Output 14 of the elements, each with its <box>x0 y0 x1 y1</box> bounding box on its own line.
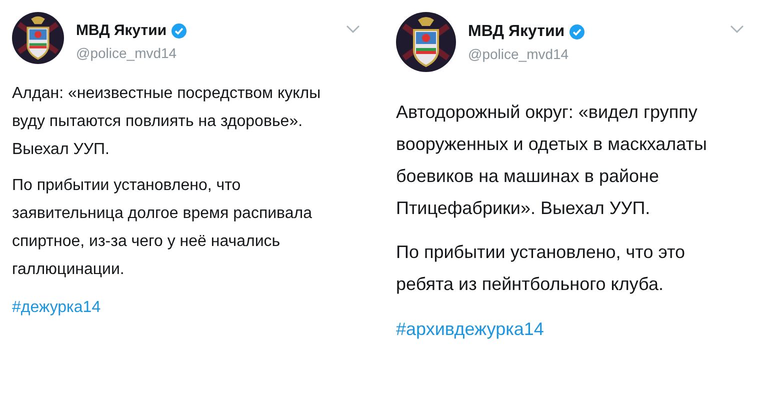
chevron-down-icon[interactable] <box>730 24 744 34</box>
hashtag-link[interactable]: #дежурка14 <box>12 296 352 320</box>
account-handle[interactable]: @police_mvd14 <box>468 44 718 65</box>
chevron-down-icon[interactable] <box>346 24 360 34</box>
emblem-icon <box>396 12 456 72</box>
tweet-text: Алдан: «неизвестные посредством куклы вуду пытаются повлиять на здоровье». Выехал УУП. <box>12 84 322 160</box>
tweet-text: Автодорожный округ: «видел группу вооруженных и одетых в маскхалаты боевиков на машинах в районе Птицефабрики». Выехал УУП. <box>396 101 708 220</box>
account-handle[interactable]: @police_mvd14 <box>76 42 334 64</box>
emblem-icon <box>12 12 64 64</box>
account-name[interactable]: МВД Якутии <box>76 20 167 42</box>
hashtag-link[interactable]: #архивдежурка14 <box>396 316 728 343</box>
tweet-text: По прибытии установлено, что заявительница долгое время распивала спиртное, из-за чего у неё начались галлюцинации. <box>12 176 314 280</box>
tweet-text: По прибытии установлено, что это ребята из пейнтбольного клуба. <box>396 241 686 296</box>
account-name[interactable]: МВД Якутии <box>468 20 565 44</box>
